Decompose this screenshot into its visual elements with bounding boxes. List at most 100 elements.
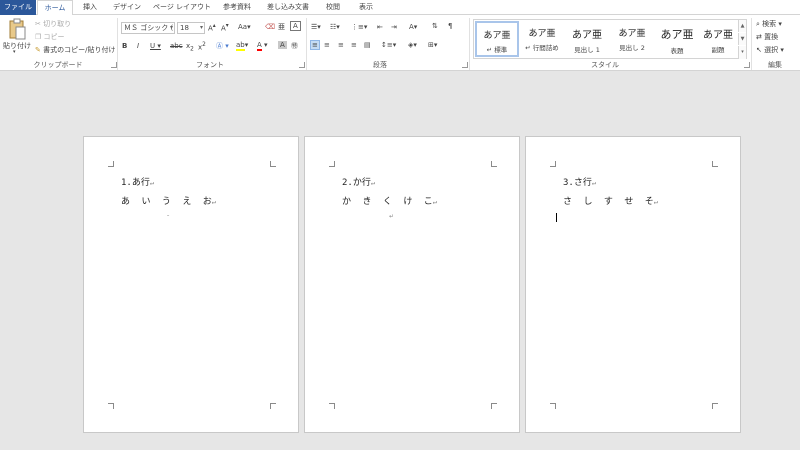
character-shading-icon[interactable]: A [278, 41, 287, 49]
tab-references[interactable]: 参考資料 [218, 0, 256, 15]
chevron-down-icon[interactable]: ▼ [738, 33, 746, 45]
strikethrough-button[interactable]: abc [170, 42, 183, 50]
font-launcher-icon[interactable] [299, 62, 305, 68]
tab-review[interactable]: 校閲 [320, 0, 346, 15]
clear-formatting-icon[interactable]: ⌫ [265, 23, 275, 31]
page-1[interactable]: 1.あ行↵ あ い う え お↵ ᵕ [83, 136, 299, 433]
style-heading-2[interactable]: あア亜 見出し 2 [610, 21, 654, 57]
kana-char: そ [644, 197, 654, 207]
copy-label: コピー [43, 33, 65, 41]
crop-mark [491, 403, 497, 409]
paintbrush-icon: ✎ [35, 46, 41, 54]
text-effects-icon[interactable]: Ⓐ ▾ [216, 41, 229, 51]
shading-icon[interactable]: ◈▾ [408, 41, 417, 49]
style-title[interactable]: あア亜 表題 [655, 21, 699, 57]
style-no-spacing[interactable]: あア亜 ↵ 行間詰め [520, 21, 564, 57]
paragraph-launcher-icon[interactable] [462, 62, 468, 68]
chevron-up-icon[interactable]: ▲ [738, 20, 746, 32]
crop-mark [270, 161, 276, 167]
style-name: ↵ 標準 [486, 46, 508, 54]
font-size-field[interactable]: 18 ▾ [177, 22, 205, 34]
justify-icon[interactable]: ≡ [351, 41, 357, 49]
page-3[interactable]: 3.さ行↵ さ し す せ そ↵ [525, 136, 741, 433]
tab-home[interactable]: ホーム [37, 0, 73, 16]
tab-insert[interactable]: 挿入 [77, 0, 103, 15]
phonetic-guide-icon[interactable]: 亜 [278, 22, 285, 32]
select-button[interactable]: ↖ 選択 ▾ [756, 45, 784, 55]
align-right-icon[interactable]: ≡ [338, 41, 344, 49]
grow-font-button[interactable]: A▴ [208, 23, 216, 32]
paragraph-mark: ↵ [370, 179, 376, 187]
paragraph-mark: ↵ [149, 179, 155, 187]
subscript-button[interactable]: x2 [186, 42, 194, 52]
style-normal[interactable]: あア亜 ↵ 標準 [475, 21, 519, 57]
tab-file[interactable]: ファイル [0, 0, 36, 15]
editing-group-label: 編集 [768, 61, 782, 69]
enclosed-character-icon[interactable]: ㊕ [291, 41, 298, 51]
distributed-icon[interactable]: ▤ [364, 41, 371, 49]
crop-mark [329, 161, 335, 167]
paragraph-mark: ↵ [432, 198, 437, 206]
font-size-value: 18 [180, 24, 189, 32]
italic-button[interactable]: I [137, 42, 139, 50]
replace-button[interactable]: ⇄ 置換 [756, 32, 778, 42]
shrink-font-button[interactable]: A▾ [221, 23, 229, 32]
styles-launcher-icon[interactable] [744, 62, 750, 68]
font-color-icon[interactable]: A ▾ [257, 41, 268, 51]
style-name: ↵ 行間詰め [525, 44, 559, 52]
tab-mailings[interactable]: 差し込み文書 [262, 0, 314, 15]
format-painter-button[interactable]: ✎ 書式のコピー/貼り付け [35, 45, 115, 55]
underline-button[interactable]: U ▾ [150, 42, 161, 50]
bold-button[interactable]: B [122, 42, 127, 50]
chevron-down-icon: ▾ [199, 24, 203, 31]
align-center-icon[interactable]: ≡ [324, 41, 330, 49]
kana-char: う [161, 197, 171, 207]
kana-char: け [403, 197, 413, 207]
style-sample: あア亜 [572, 30, 602, 41]
kana-char: し [583, 197, 593, 207]
paste-dropdown-icon[interactable]: ▾ [13, 49, 16, 55]
copy-button[interactable]: ❐ コピー [35, 32, 65, 42]
line-spacing-icon[interactable]: ↕≡▾ [381, 41, 396, 49]
increase-indent-icon[interactable]: ⇥ [391, 23, 397, 31]
borders-icon[interactable]: ⊞▾ [428, 41, 437, 49]
replace-label: 置換 [764, 33, 779, 41]
heading-text: 2.か行 [342, 178, 371, 188]
paste-icon[interactable] [4, 18, 30, 40]
tab-page-layout[interactable]: ページ レイアウト [150, 0, 214, 15]
highlight-icon[interactable]: ab▾ [236, 41, 248, 51]
gallery-more-icon[interactable]: ▾ [738, 46, 746, 59]
cut-button[interactable]: ✂ 切り取り [35, 19, 71, 29]
find-button[interactable]: ⌕ 検索 ▾ [756, 19, 782, 29]
paragraph-mark: ↵ [653, 198, 658, 206]
tab-view[interactable]: 表示 [352, 0, 380, 15]
style-sample: あア亜 [483, 31, 511, 41]
multilevel-list-icon[interactable]: ⋮≡▾ [351, 23, 367, 31]
page-2[interactable]: 2.か行↵ か き く け こ↵ ↵ [304, 136, 520, 433]
show-formatting-icon[interactable]: ¶ [448, 22, 452, 30]
change-case-button[interactable]: Aa▾ [238, 23, 251, 31]
style-subtitle[interactable]: あア亜 副題 [696, 21, 740, 57]
document-area[interactable]: 1.あ行↵ あ い う え お↵ ᵕ 2.か行↵ か き く け こ↵ ↵ 3.… [0, 72, 800, 450]
numbering-icon[interactable]: ☷▾ [330, 23, 340, 31]
chevron-down-icon: ▾ [169, 24, 173, 31]
style-heading-1[interactable]: あア亜 見出し 1 [565, 21, 609, 57]
format-painter-label: 書式のコピー/貼り付け [43, 46, 116, 54]
paste-button[interactable]: 貼り付け [3, 41, 31, 51]
bullets-icon[interactable]: ☰▾ [311, 23, 321, 31]
kana-char: お [202, 197, 212, 207]
decrease-indent-icon[interactable]: ⇤ [377, 23, 383, 31]
asian-layout-icon[interactable]: A͏▾ [409, 23, 417, 31]
align-left-icon[interactable]: ≡ [310, 40, 320, 50]
font-name-field[interactable]: ＭＳ ゴシック (▾ [121, 22, 175, 34]
sort-icon[interactable]: ⇅ [432, 22, 438, 30]
style-sample: あア亜 [703, 30, 733, 41]
style-name: 表題 [670, 47, 684, 55]
find-label: 検索 [762, 20, 777, 28]
style-sample: あア亜 [618, 29, 646, 39]
character-border-icon[interactable]: A [290, 21, 301, 31]
crop-mark [108, 161, 114, 167]
tab-design[interactable]: デザイン [108, 0, 146, 15]
paragraph-group-label: 段落 [373, 61, 387, 69]
superscript-button[interactable]: x2 [198, 42, 206, 51]
